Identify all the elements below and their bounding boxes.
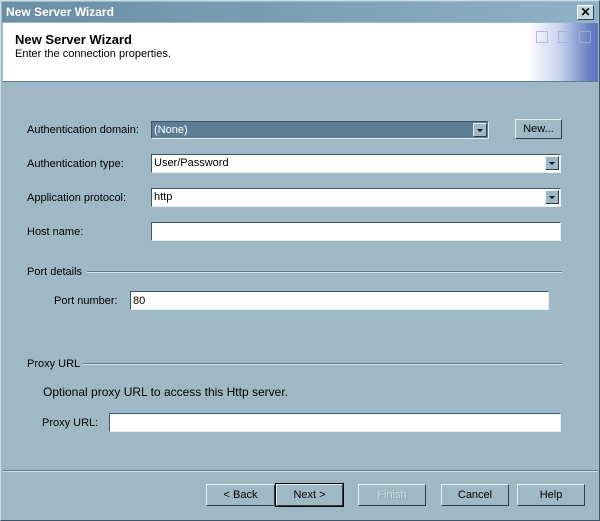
- auth-type-select[interactable]: User/Password: [151, 154, 561, 173]
- wizard-header: New Server Wizard Enter the connection p…: [3, 23, 598, 82]
- header-title: New Server Wizard: [15, 32, 132, 47]
- port-number-value: 80: [133, 295, 146, 307]
- decorative-square-icon: [579, 31, 591, 43]
- cancel-button[interactable]: Cancel: [441, 484, 509, 506]
- proxy-url-label: Proxy URL:: [42, 417, 99, 429]
- app-protocol-label: Application protocol:: [27, 192, 127, 204]
- decorative-square-icon: [536, 31, 548, 43]
- auth-domain-label: Authentication domain:: [27, 124, 139, 136]
- port-details-divider: [87, 271, 562, 273]
- host-name-label: Host name:: [27, 226, 84, 238]
- proxy-url-input[interactable]: [109, 413, 561, 432]
- host-name-input[interactable]: [151, 222, 561, 241]
- close-icon[interactable]: ✕: [577, 5, 594, 20]
- wizard-window: New Server Wizard ✕ New Server Wizard En…: [0, 0, 600, 521]
- help-button[interactable]: Help: [517, 484, 585, 506]
- back-button[interactable]: < Back: [206, 484, 275, 506]
- decorative-square-icon: [558, 31, 570, 43]
- app-protocol-value: http: [154, 191, 173, 203]
- proxy-url-description: Optional proxy URL to access this Http s…: [43, 385, 288, 399]
- auth-domain-value: (None): [154, 124, 188, 136]
- proxy-url-heading: Proxy URL: [27, 358, 81, 370]
- auth-type-label: Authentication type:: [27, 158, 124, 170]
- title-bar: New Server Wizard ✕: [2, 2, 598, 22]
- new-auth-domain-button[interactable]: New...: [515, 119, 562, 139]
- app-protocol-select[interactable]: http: [151, 188, 561, 207]
- port-number-input[interactable]: 80: [130, 291, 549, 310]
- auth-domain-select[interactable]: (None): [151, 121, 489, 139]
- auth-type-value: User/Password: [154, 157, 229, 169]
- footer-divider: [3, 470, 598, 472]
- window-title: New Server Wizard: [6, 5, 114, 19]
- chevron-down-icon[interactable]: [545, 190, 559, 204]
- proxy-url-divider: [83, 363, 562, 365]
- next-button[interactable]: Next >: [275, 483, 344, 507]
- finish-button: Finish: [358, 484, 426, 506]
- chevron-down-icon[interactable]: [473, 123, 487, 137]
- port-number-label: Port number:: [54, 295, 118, 307]
- header-subtitle: Enter the connection properties.: [15, 48, 171, 60]
- chevron-down-icon[interactable]: [545, 156, 559, 170]
- port-details-heading: Port details: [27, 266, 83, 278]
